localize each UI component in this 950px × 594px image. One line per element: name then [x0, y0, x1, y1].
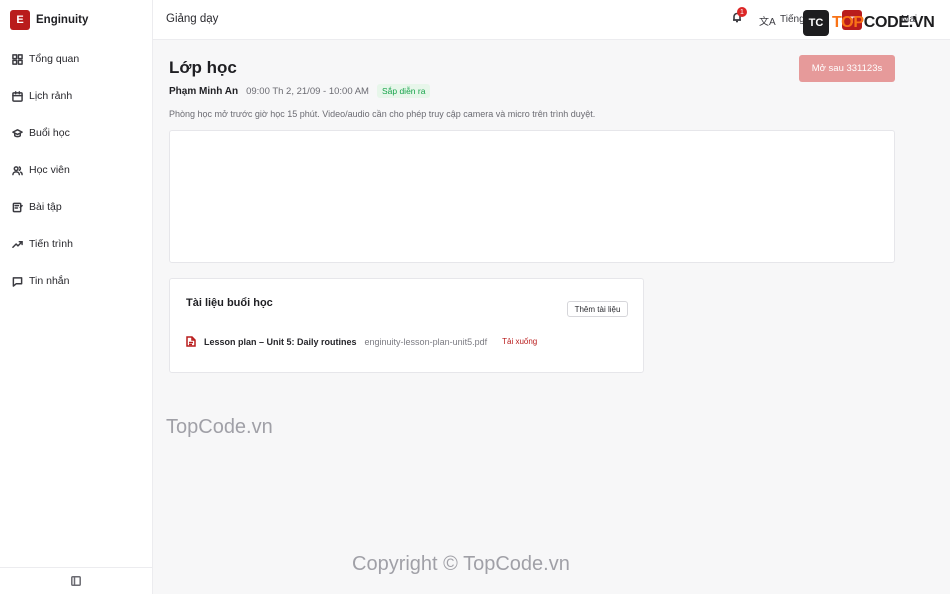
watermark-logo-text: TOPCODE.VN [832, 14, 935, 32]
open-room-button[interactable]: Mở sau 331123s [799, 55, 895, 82]
video-panel [169, 130, 895, 263]
download-link[interactable]: Tải xuống [502, 337, 537, 346]
file-path: enginuity-lesson-plan-unit5.pdf [364, 336, 488, 347]
sidebar-item-progress[interactable]: Tiến trình [0, 234, 152, 254]
sidebar-item-availability[interactable]: Lịch rảnh [0, 86, 152, 106]
brand-logo: E [10, 10, 30, 30]
sidebar-nav: Tổng quan Lịch rảnh Buổi học Học viên Bà… [0, 49, 152, 291]
sidebar-item-label: Bài tập [29, 201, 62, 213]
sidebar: E Enginuity Tổng quan Lịch rảnh Buổi học… [0, 0, 153, 594]
message-icon [12, 276, 23, 287]
top-bar: Giảng dạy 1 文A Tiếng T Mai TC TOPCODE.VN [153, 0, 950, 40]
language-selector[interactable]: Tiếng [780, 14, 805, 25]
translate-icon[interactable]: 文A [759, 13, 776, 28]
file-pdf-icon [186, 336, 196, 347]
sidebar-item-label: Tiến trình [29, 238, 73, 250]
calendar-icon [12, 90, 23, 102]
sidebar-collapse-icon [71, 576, 81, 586]
watermark-text: TopCode.vn [166, 416, 273, 438]
sidebar-item-students[interactable]: Học viên [0, 160, 152, 180]
sidebar-item-messages[interactable]: Tin nhắn [0, 271, 152, 291]
watermark-copyright: Copyright © TopCode.vn [352, 553, 570, 575]
session-meta: Phạm Minh An 09:00 Th 2, 21/09 - 10:00 A… [169, 84, 431, 98]
file-name: Lesson plan – Unit 5: Daily routines [204, 336, 357, 347]
status-badge: Sắp diễn ra [376, 84, 431, 98]
sidebar-item-label: Học viên [29, 164, 70, 176]
notification-badge: 1 [737, 7, 747, 17]
watermark-logo-text-b: CODE.VN [863, 14, 935, 31]
list-item: Lesson plan – Unit 5: Daily routines eng… [186, 336, 537, 347]
users-icon [12, 165, 23, 175]
sidebar-item-label: Buổi học [29, 127, 70, 139]
sidebar-item-label: Lịch rảnh [29, 90, 73, 102]
page-title: Lớp học [169, 58, 237, 77]
session-time: 09:00 Th 2, 21/09 - 10:00 AM [246, 85, 369, 97]
graduation-cap-icon [12, 128, 23, 137]
sidebar-item-label: Tin nhắn [29, 275, 70, 287]
materials-card: Tài liệu buổi học Thêm tài liệu Lesson p… [169, 278, 644, 373]
sidebar-item-overview[interactable]: Tổng quan [0, 49, 152, 69]
watermark-logo: TC TOPCODE.VN [803, 10, 935, 36]
sidebar-item-assignments[interactable]: Bài tập [0, 197, 152, 217]
watermark-logo-icon: TC [803, 10, 829, 36]
room-notice: Phòng học mở trước giờ học 15 phút. Vide… [169, 109, 596, 119]
watermark-logo-text-a: TOP [832, 14, 864, 31]
teacher-name: Phạm Minh An [169, 85, 239, 97]
edit-note-icon [12, 202, 23, 212]
sidebar-item-label: Tổng quan [29, 53, 80, 65]
sidebar-item-sessions[interactable]: Buổi học [0, 123, 152, 143]
page-section-title: Giảng dạy [166, 13, 219, 25]
add-material-button[interactable]: Thêm tài liệu [567, 301, 628, 317]
grid-icon [12, 53, 23, 65]
sidebar-collapse-button[interactable] [0, 567, 152, 594]
materials-title: Tài liệu buổi học [186, 297, 273, 309]
brand-name: Enginuity [36, 14, 89, 26]
brand[interactable]: E Enginuity [0, 0, 152, 40]
trending-up-icon [12, 240, 23, 248]
